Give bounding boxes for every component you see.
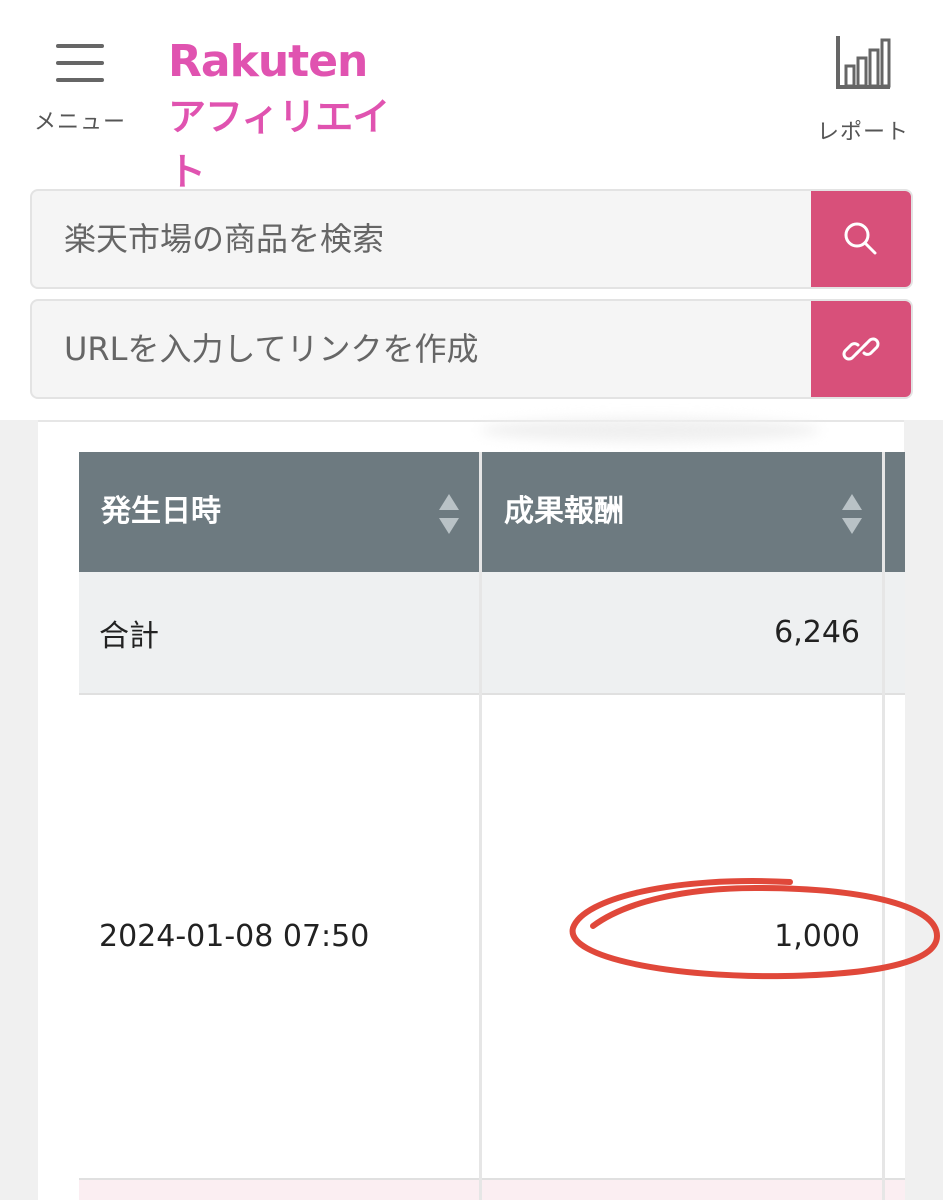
table-header: 発生日時 成果報酬 <box>79 452 905 572</box>
column-divider <box>479 452 482 1200</box>
page: メニュー Rakuten アフィリエイト レポート 楽天市場の商品を検索 URL… <box>0 0 943 1200</box>
logo[interactable]: Rakuten アフィリエイト <box>168 36 408 194</box>
header: メニュー Rakuten アフィリエイト レポート <box>0 0 943 194</box>
table-row-next[interactable] <box>79 1180 905 1200</box>
hamburger-icon <box>56 44 104 82</box>
column-divider <box>882 452 885 1200</box>
menu-button[interactable]: メニュー <box>22 36 138 140</box>
panel-shadow <box>480 418 820 442</box>
logo-subtext: アフィリエイト <box>168 95 390 194</box>
table-row[interactable]: 2024-01-08 07:50 1,000 <box>79 695 905 1180</box>
menu-label: メニュー <box>33 110 126 135</box>
url-link-bar <box>30 299 913 399</box>
search-icon <box>844 222 877 255</box>
row-datetime: 2024-01-08 07:50 <box>99 919 370 954</box>
column-header-next[interactable] <box>885 452 905 572</box>
product-search-input[interactable] <box>32 191 814 287</box>
column-header-datetime[interactable]: 発生日時 <box>79 452 479 572</box>
row-amount: 1,000 <box>774 919 860 954</box>
product-search-bar <box>30 189 913 289</box>
create-link-button[interactable] <box>811 301 911 397</box>
total-label: 合計 <box>99 618 159 654</box>
column-header-reward[interactable]: 成果報酬 <box>482 452 882 572</box>
link-icon <box>842 337 880 361</box>
logo-text: Rakuten <box>168 36 368 87</box>
column-header-label: 成果報酬 <box>504 494 624 529</box>
column-header-label: 発生日時 <box>101 494 221 529</box>
report-button[interactable]: レポート <box>808 32 918 148</box>
url-input[interactable] <box>32 301 814 397</box>
bar-chart-icon <box>836 36 891 89</box>
report-label: レポート <box>816 120 909 145</box>
sort-icon <box>842 494 862 534</box>
sort-icon <box>439 494 459 534</box>
total-amount: 6,246 <box>774 615 860 650</box>
table-row-total: 合計 6,246 <box>79 572 905 695</box>
search-button[interactable] <box>811 191 911 287</box>
